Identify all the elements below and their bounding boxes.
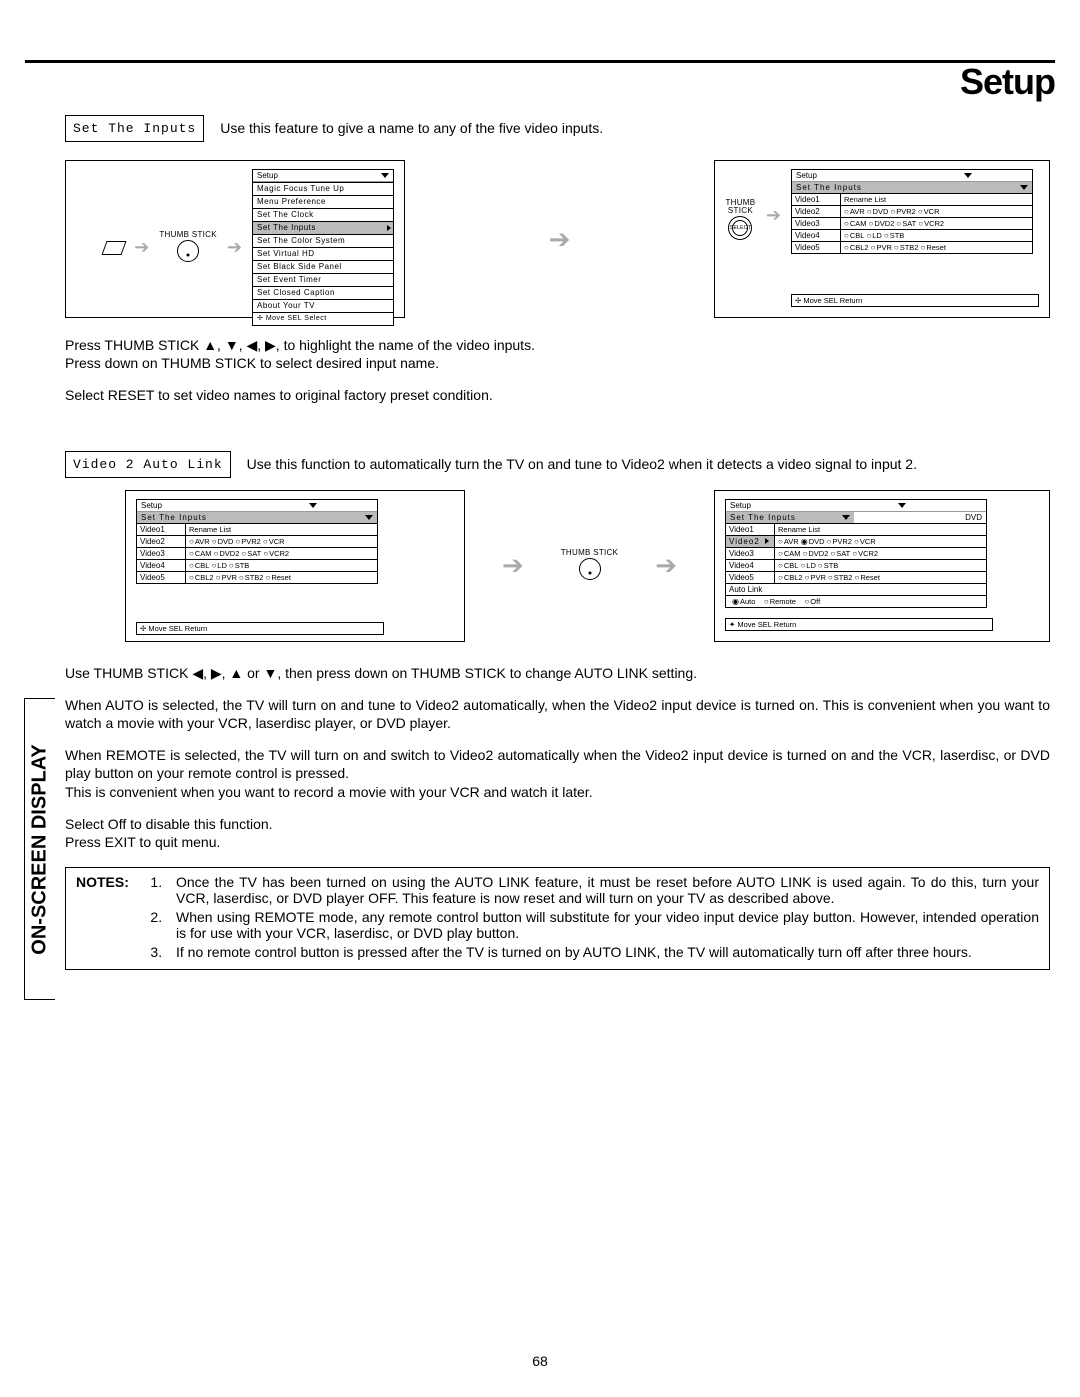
arrow-right-icon: ➔: [227, 237, 242, 258]
notes-heading: NOTES:: [76, 874, 148, 963]
radio-off[interactable]: Off: [804, 597, 820, 606]
note-item-3: If no remote control button is pressed a…: [166, 944, 1039, 960]
setup-menu-2: Setup Set The Inputs Video1Rename List V…: [791, 169, 1033, 254]
page-number: 68: [0, 1353, 1080, 1369]
setup-menu-1: Setup Magic Focus Tune Up Menu Preferenc…: [252, 169, 394, 326]
autolink-para2b: This is convenient when you want to reco…: [65, 783, 1050, 801]
note-item-1: Once the TV has been turned on using the…: [166, 874, 1039, 906]
menu-item-video2[interactable]: Video2: [726, 536, 775, 547]
arrow-right-icon: ➔: [502, 550, 524, 581]
arrow-right-icon: ➔: [134, 237, 149, 258]
arrow-right-icon: ➔: [655, 550, 677, 581]
notes-box: NOTES: Once the TV has been turned on us…: [65, 867, 1050, 970]
autolink-para2: When REMOTE is selected, the TV will tur…: [65, 746, 1050, 782]
page-title: Setup: [25, 61, 1055, 103]
menu-item-set-inputs[interactable]: Set The Inputs: [253, 221, 393, 234]
setup-menu-a: Setup Set The Inputs Video1Rename List V…: [136, 499, 378, 584]
autolink-para4: Press EXIT to quit menu.: [65, 833, 1050, 851]
thumb-stick: THUMB STICK: [159, 231, 217, 264]
radio-remote[interactable]: Remote: [764, 597, 796, 606]
autolink-instruction: Use THUMB STICK ◀, ▶, ▲ or ▼, then press…: [65, 664, 1050, 682]
side-tab: ON-SCREEN DISPLAY: [24, 698, 55, 1000]
set-inputs-description: Use this feature to give a name to any o…: [220, 120, 603, 136]
arrow-right-icon: ➔: [549, 224, 571, 255]
setup-menu-b: Setup Set The InputsDVD Video1Rename Lis…: [725, 499, 987, 608]
video2-autolink-label: Video 2 Auto Link: [65, 451, 231, 478]
autolink-para3: Select Off to disable this function.: [65, 815, 1050, 833]
note-item-2: When using REMOTE mode, any remote contr…: [166, 909, 1039, 941]
instruction-line-3: Select RESET to set video names to origi…: [65, 386, 1050, 404]
radio-auto[interactable]: Auto: [732, 597, 755, 606]
video2-autolink-description: Use this function to automatically turn …: [247, 456, 917, 472]
autolink-para1: When AUTO is selected, the TV will turn …: [65, 696, 1050, 732]
instruction-line-2: Press down on THUMB STICK to select desi…: [65, 354, 1050, 372]
thumb-stick-select: THUMB STICK SELECT: [725, 199, 756, 242]
set-inputs-label: Set The Inputs: [65, 115, 204, 142]
arrow-right-icon: ➔: [766, 205, 781, 226]
thumb-stick-middle: THUMB STICK: [561, 549, 619, 582]
menu-button-icon: [102, 241, 127, 255]
instruction-line-1: Press THUMB STICK ▲, ▼, ◀, ▶, to highlig…: [65, 336, 1050, 354]
